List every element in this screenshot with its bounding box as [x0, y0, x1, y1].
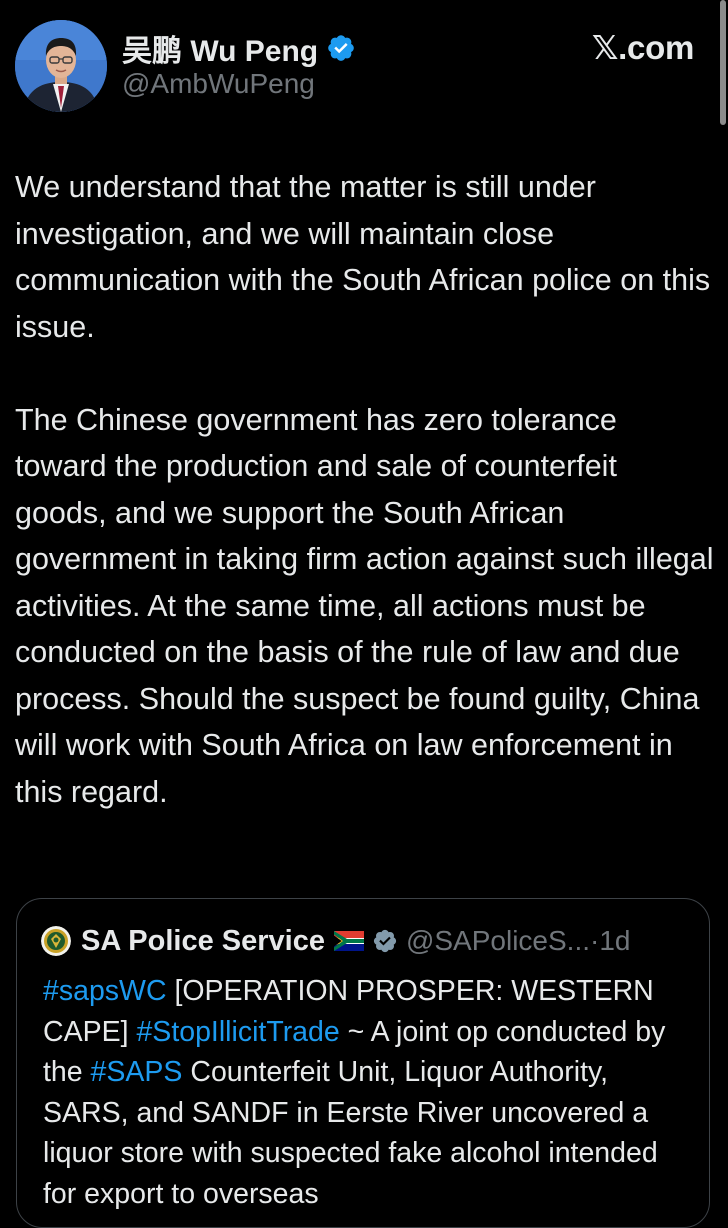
verified-badge-icon — [328, 35, 354, 61]
verified-badge-icon — [373, 929, 397, 953]
tweet-paragraph: We understand that the matter is still u… — [15, 170, 711, 344]
profile-photo-icon — [15, 20, 107, 112]
scrollbar-thumb[interactable] — [720, 0, 726, 125]
quoted-tweet-card[interactable]: SA Police Service @SAPoliceS... · 1d #sa… — [16, 898, 710, 1228]
author-avatar[interactable] — [15, 20, 107, 112]
hashtag-link[interactable]: #StopIllicitTrade — [136, 1016, 339, 1048]
tweet-paragraph: The Chinese government has zero toleranc… — [15, 402, 714, 809]
quoted-author-handle[interactable]: @SAPoliceS... — [406, 925, 590, 957]
quoted-tweet-text: #sapsWC [OPERATION PROSPER: WESTERN CAPE… — [43, 971, 693, 1214]
author-handle[interactable]: @AmbWuPeng — [122, 68, 315, 100]
site-label[interactable]: 𝕏.com — [592, 28, 694, 67]
separator-dot: · — [590, 925, 600, 956]
tweet-header: 吴鹏 Wu Peng @AmbWuPeng 𝕏.com — [0, 0, 728, 125]
author-name[interactable]: 吴鹏 Wu Peng — [122, 26, 318, 70]
quoted-author-name[interactable]: SA Police Service — [81, 925, 325, 958]
hashtag-link[interactable]: #sapsWC — [43, 975, 167, 1007]
hashtag-link[interactable]: #SAPS — [91, 1056, 183, 1088]
quoted-tweet-header: SA Police Service @SAPoliceS... · 1d — [41, 921, 631, 961]
south-africa-flag-icon — [333, 931, 364, 951]
quoted-tweet-timestamp[interactable]: 1d — [599, 925, 630, 957]
tweet-text: We understand that the matter is still u… — [15, 164, 715, 815]
author-name-row[interactable]: 吴鹏 Wu Peng — [122, 28, 356, 68]
saps-logo-icon — [41, 926, 71, 956]
